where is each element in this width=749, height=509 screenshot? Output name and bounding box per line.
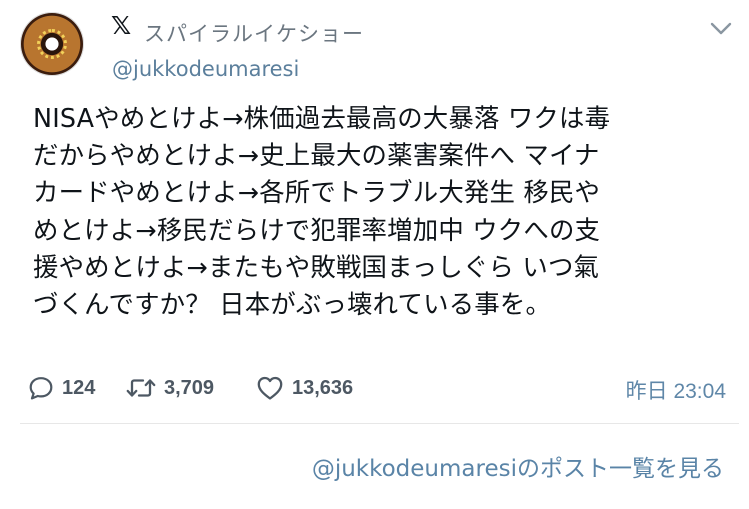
tweet-text: NISAやめとけよ→株価過去最高の大暴落 ワクは毒 だからやめとけよ→史上最大の…	[33, 103, 611, 320]
view-posts-link[interactable]: @jukkodeumaresiのポスト一覧を見る	[312, 449, 724, 483]
tweet-timestamp[interactable]: 昨日 23:04	[626, 375, 726, 405]
reply-button[interactable]: 124	[28, 370, 95, 406]
reply-count: 124	[62, 376, 96, 399]
like-button[interactable]: 13,636	[256, 370, 353, 406]
like-icon	[257, 376, 283, 400]
x-logo-icon: 𝕏	[111, 11, 132, 40]
display-name[interactable]: スパイラルイケショー	[144, 18, 364, 48]
retweet-icon	[126, 379, 156, 397]
like-count: 13,636	[292, 376, 354, 399]
reply-icon	[29, 377, 53, 400]
retweet-count: 3,709	[164, 376, 215, 399]
tweet-actions: 124 3,709 13,636 昨日 23:04	[28, 370, 726, 406]
chevron-down-icon[interactable]	[707, 14, 735, 42]
user-handle[interactable]: @jukkodeumaresi	[112, 57, 299, 81]
retweet-button[interactable]: 3,709	[126, 370, 214, 406]
tweet-header: 𝕏 スパイラルイケショー @jukkodeumaresi	[20, 12, 735, 94]
divider	[20, 423, 739, 424]
avatar[interactable]	[20, 12, 84, 76]
